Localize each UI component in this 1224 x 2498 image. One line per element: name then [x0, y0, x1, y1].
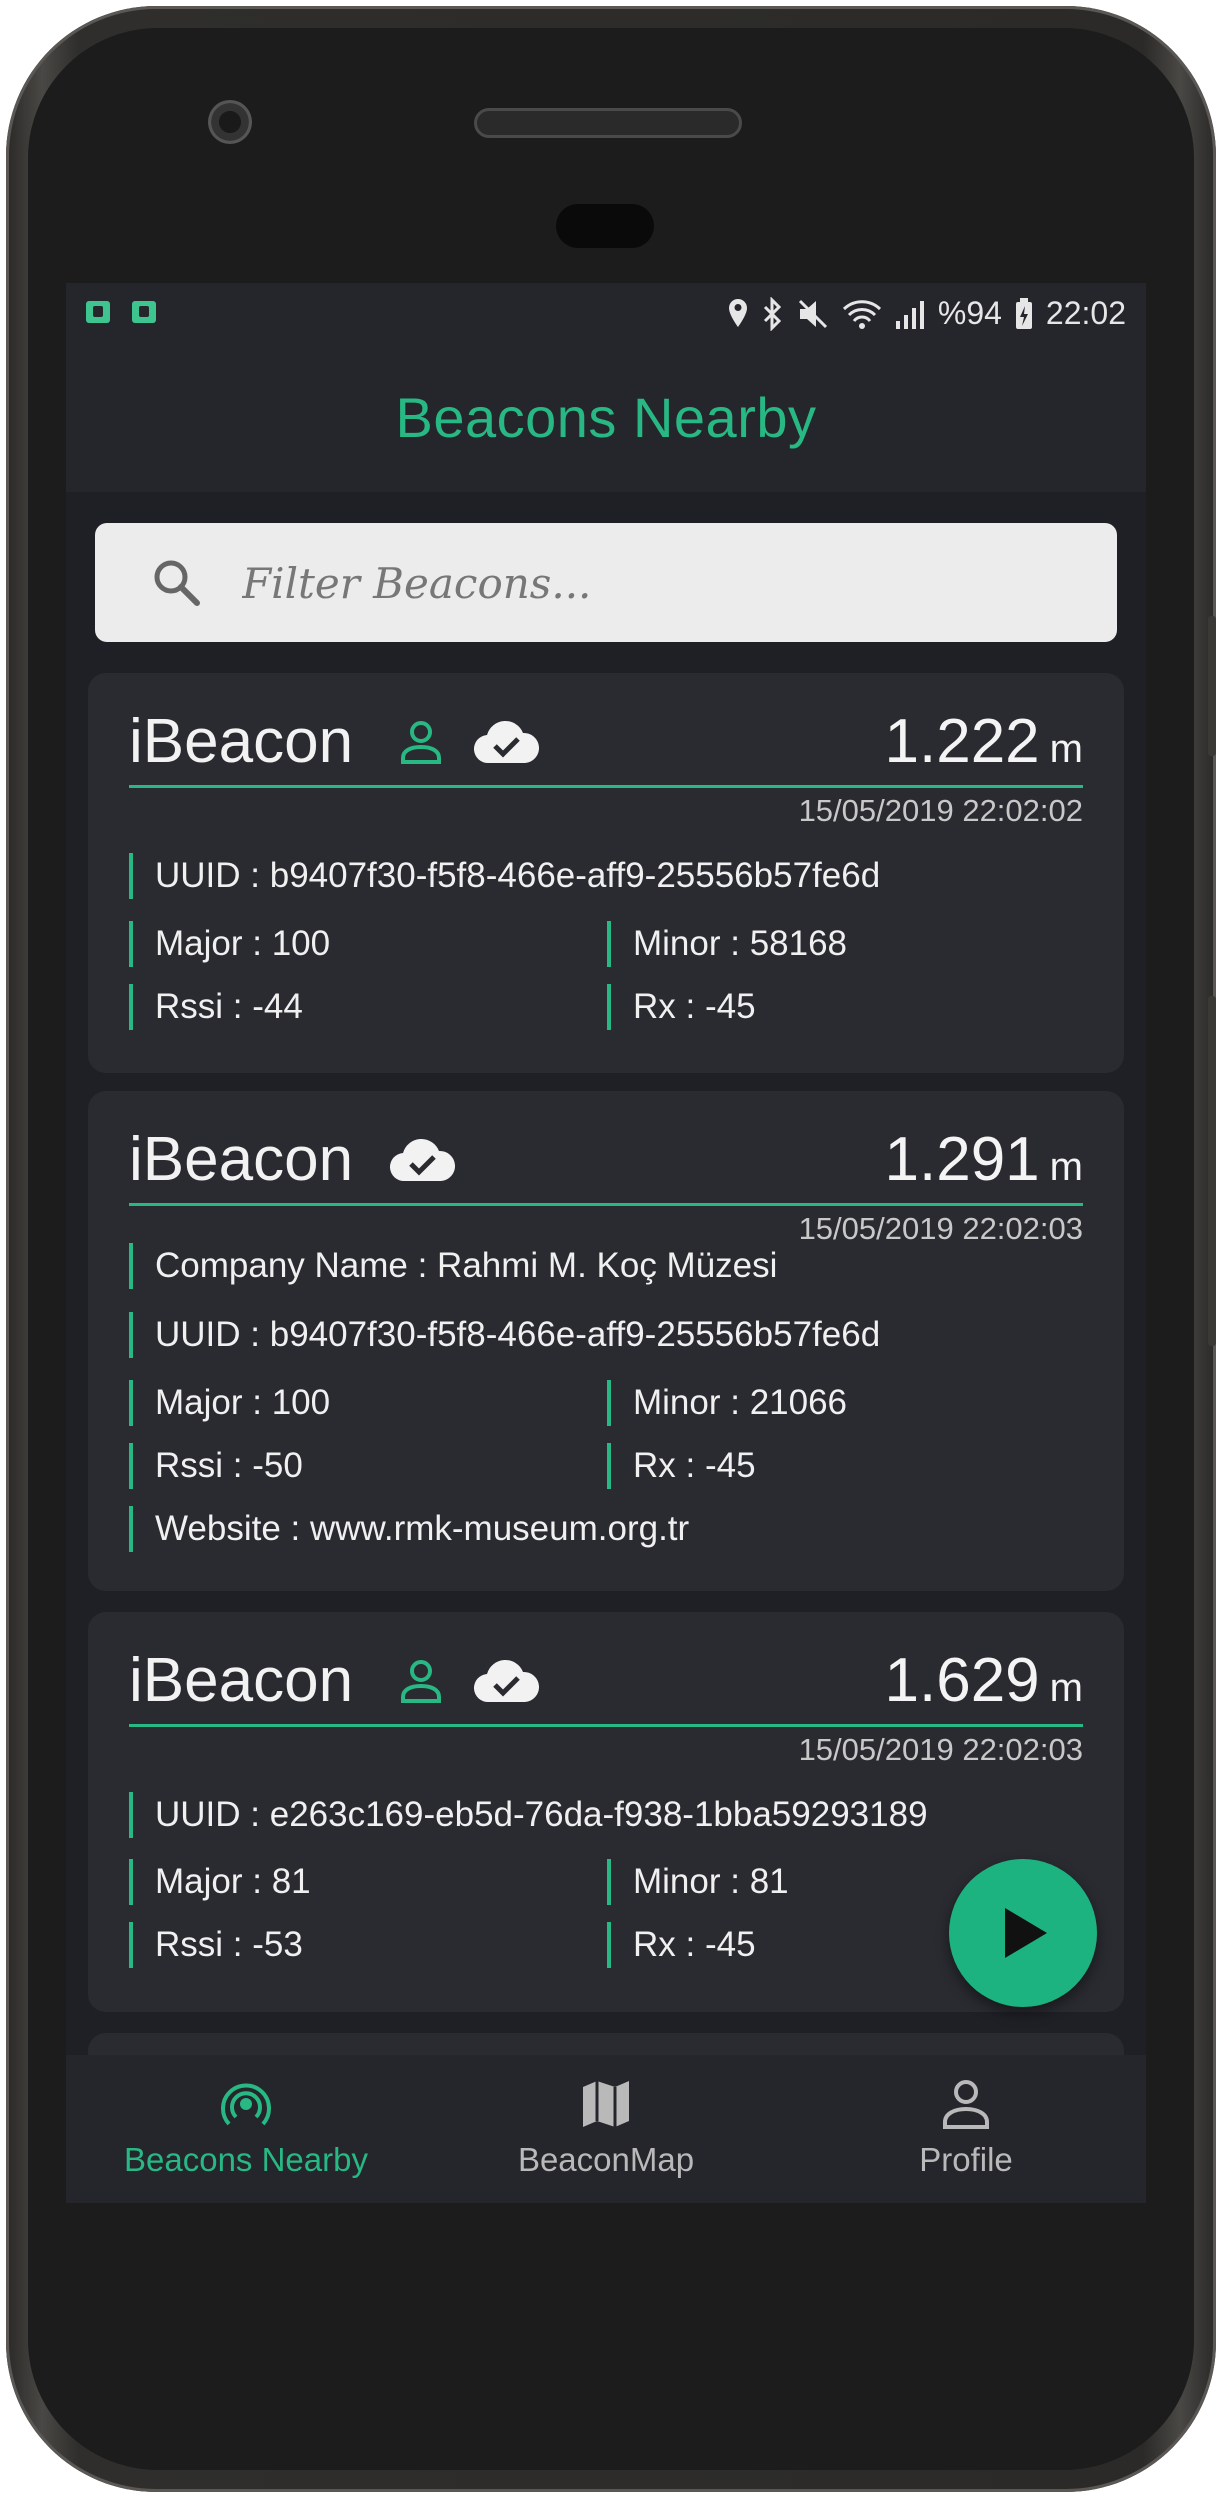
- search-input[interactable]: [240, 523, 1084, 644]
- distance-unit: m: [1049, 1666, 1083, 1710]
- cloud-check-icon: [473, 1660, 539, 1703]
- beacon-timestamp: 15/05/2019 22:02:03: [798, 1732, 1083, 1767]
- notification-icons: [86, 301, 156, 323]
- beacon-distance: 1.629 m: [885, 1648, 1083, 1730]
- search-icon: [154, 560, 200, 606]
- distance-unit: m: [1049, 727, 1083, 771]
- nav-label: Beacons Nearby: [124, 2141, 368, 2178]
- page-title: Beacons Nearby: [395, 386, 817, 449]
- bluetooth-icon: [763, 296, 781, 331]
- beacon-distance: 1.222 m: [885, 709, 1083, 791]
- search-bar[interactable]: [95, 523, 1117, 644]
- beacon-timestamp: 15/05/2019 22:02:03: [798, 1211, 1083, 1246]
- nav-label: BeaconMap: [517, 2141, 695, 2178]
- mute-icon: [798, 299, 827, 328]
- beacon-company: Company Name : Rahmi M. Koç Müzesi: [129, 1243, 777, 1289]
- beacon-rssi: Rssi : -53: [129, 1922, 303, 1968]
- beacon-minor: Minor : 58168: [607, 921, 847, 967]
- battery-percent: %94: [937, 295, 1002, 331]
- beacon-major: Major : 81: [129, 1859, 311, 1905]
- beacon-card-header: iBeacon 1.629 m: [129, 1648, 1083, 1714]
- header-divider: [129, 1203, 1083, 1206]
- person-icon: [943, 2080, 989, 2129]
- notification-icon: [86, 301, 110, 323]
- beacon-status-icons: [389, 1137, 455, 1183]
- distance-value: 1.629: [884, 1646, 1040, 1715]
- app-bar: Beacons Nearby: [66, 347, 1146, 492]
- beacon-uuid: UUID : b9407f30-f5f8-466e-aff9-25556b57f…: [129, 1312, 880, 1358]
- beacon-rssi: Rssi : -50: [129, 1443, 303, 1489]
- nav-label: Profile: [919, 2141, 1013, 2178]
- beacon-status-icons: [399, 1658, 539, 1704]
- person-icon: [401, 721, 441, 764]
- beacon-type: iBeacon: [129, 1646, 354, 1715]
- power-button: [1208, 996, 1216, 1346]
- distance-unit: m: [1049, 1145, 1083, 1189]
- beacon-status-icons: [399, 719, 539, 765]
- beacon-major: Major : 100: [129, 1380, 330, 1426]
- beacon-type: iBeacon: [129, 1125, 354, 1194]
- front-camera: [208, 100, 252, 144]
- distance-value: 1.222: [884, 707, 1040, 776]
- status-bar: %94 22:02: [66, 283, 1146, 347]
- beacon-major: Major : 100: [129, 921, 330, 967]
- location-icon: [728, 298, 747, 327]
- cloud-check-icon: [473, 721, 539, 764]
- beacon-card[interactable]: iBeacon 1.222 m 15/05/2019 22:02:02 UUID …: [88, 673, 1124, 1073]
- beacon-rssi: Rssi : -44: [129, 984, 303, 1030]
- beacon-timestamp: 15/05/2019 22:02:02: [798, 793, 1083, 828]
- distance-value: 1.291: [884, 1125, 1040, 1194]
- person-icon: [401, 1660, 441, 1703]
- beacon-minor: Minor : 81: [607, 1859, 789, 1905]
- proximity-sensor: [556, 204, 654, 248]
- beacon-uuid: UUID : e263c169-eb5d-76da-f938-1bba59293…: [129, 1792, 928, 1838]
- play-icon: [1005, 1908, 1047, 1958]
- beacon-card-header: iBeacon 1.291 m: [129, 1127, 1083, 1193]
- map-icon: [583, 2081, 629, 2127]
- start-scan-button[interactable]: [949, 1859, 1097, 2007]
- notification-icon: [132, 301, 156, 323]
- app-screen: %94 22:02 Beacons Nearby iBeacon 1.222m: [66, 283, 1146, 2203]
- beacon-card[interactable]: iBeacon 1.291 m 15/05/2019 22:02:03 Compa…: [88, 1091, 1124, 1591]
- beacon-rx: Rx : -45: [607, 1443, 756, 1489]
- beacon-minor: Minor : 21066: [607, 1380, 847, 1426]
- header-divider: [129, 1724, 1083, 1727]
- status-indicators: %94 22:02: [726, 295, 1126, 332]
- beacon-website[interactable]: Website : www.rmk-museum.org.tr: [129, 1506, 689, 1552]
- wifi-icon: [842, 299, 881, 329]
- beacon-rx: Rx : -45: [607, 1922, 756, 1968]
- beacon-type: iBeacon: [129, 707, 354, 776]
- volume-button: [1208, 616, 1216, 756]
- nav-item-profile[interactable]: Profile: [786, 2055, 1146, 2203]
- beacon-icon: [221, 2083, 271, 2126]
- beacon-uuid: UUID : b9407f30-f5f8-466e-aff9-25556b57f…: [129, 853, 880, 899]
- nav-item-beacons-nearby[interactable]: Beacons Nearby: [66, 2055, 426, 2203]
- header-divider: [129, 785, 1083, 788]
- nav-item-beaconmap[interactable]: BeaconMap: [426, 2055, 786, 2203]
- beacon-distance: 1.291 m: [885, 1127, 1083, 1209]
- battery-icon: [1015, 297, 1032, 329]
- clock: 22:02: [1045, 295, 1126, 331]
- bottom-navigation: Beacons Nearby BeaconMap Profile: [66, 2055, 1146, 2203]
- beacon-card-header: iBeacon 1.222 m: [129, 709, 1083, 775]
- signal-icon: [895, 300, 924, 329]
- cloud-check-icon: [389, 1139, 455, 1182]
- beacon-rx: Rx : -45: [607, 984, 756, 1030]
- earpiece-speaker: [474, 108, 742, 138]
